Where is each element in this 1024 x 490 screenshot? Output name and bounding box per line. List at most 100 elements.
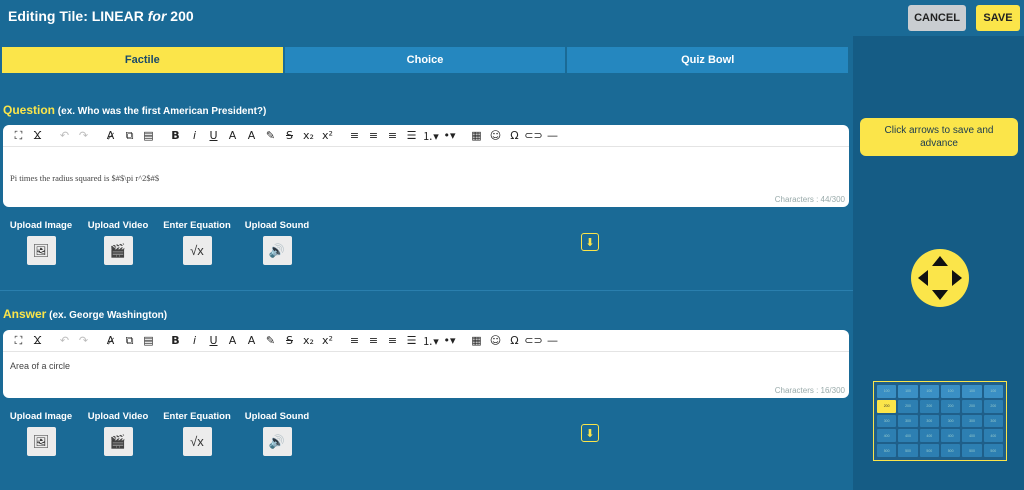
video-icon[interactable]: 🎬 (103, 236, 133, 265)
strikethrough-icon[interactable]: S (280, 127, 299, 145)
italic-icon[interactable]: i (185, 127, 204, 145)
minimap-tile[interactable]: 100 (919, 385, 939, 398)
equation-icon[interactable]: √x (182, 427, 212, 456)
minimap-tile[interactable]: 500 (983, 444, 1003, 457)
justify-icon[interactable]: ☰ (402, 127, 421, 145)
sound-icon[interactable]: 🔊 (262, 427, 292, 456)
minimap-tile[interactable]: 200 (919, 399, 939, 413)
spellcheck-icon[interactable]: A̷ (101, 332, 120, 350)
ordered-list-icon[interactable]: ⒈▾ (421, 332, 440, 350)
link-icon[interactable]: ⊂⊃ (524, 332, 543, 350)
minimap-tile[interactable]: 100 (898, 385, 918, 398)
minimap-tile[interactable]: 500 (962, 444, 982, 457)
answer-upload-video[interactable]: Upload Video 🎬 (78, 411, 158, 456)
font-size-icon[interactable]: A (223, 332, 242, 350)
fullscreen-icon[interactable]: ⛶ (9, 127, 28, 145)
minimap-tile[interactable]: 500 (898, 444, 918, 457)
undo-icon[interactable]: ↶ (55, 332, 74, 350)
highlight-icon[interactable]: ✎ (261, 332, 280, 350)
minimap-tile[interactable]: 200 (877, 399, 897, 413)
bold-icon[interactable]: B (166, 127, 185, 145)
superscript-icon[interactable]: x² (318, 127, 337, 145)
minimap-tile[interactable]: 200 (962, 399, 982, 413)
unordered-list-icon[interactable]: •▾ (440, 332, 459, 350)
align-left-icon[interactable]: ≡ (345, 332, 364, 350)
answer-upload-sound[interactable]: Upload Sound 🔊 (237, 411, 317, 456)
arrow-right-icon[interactable] (952, 270, 962, 286)
answer-enter-equation[interactable]: Enter Equation √x (157, 411, 237, 456)
minimap-tile[interactable]: 300 (919, 414, 939, 428)
answer-upload-image[interactable]: Upload Image 🖼 (1, 411, 81, 456)
align-right-icon[interactable]: ≡ (383, 127, 402, 145)
spellcheck-icon[interactable]: A̷ (101, 127, 120, 145)
minimap-tile[interactable]: 400 (941, 429, 961, 443)
minimap-tile[interactable]: 400 (962, 429, 982, 443)
minimap-tile[interactable]: 300 (962, 414, 982, 428)
video-icon[interactable]: 🎬 (103, 427, 133, 456)
table-icon[interactable]: ▦ (467, 127, 486, 145)
align-right-icon[interactable]: ≡ (383, 332, 402, 350)
align-center-icon[interactable]: ≡ (364, 332, 383, 350)
horizontal-rule-icon[interactable]: — (543, 332, 562, 350)
justify-icon[interactable]: ☰ (402, 332, 421, 350)
question-arrow-down-icon[interactable]: ⬇ (581, 233, 599, 251)
minimap-tile[interactable]: 300 (898, 414, 918, 428)
copy-icon[interactable]: ⧉ (120, 332, 139, 350)
paste-icon[interactable]: ▤ (139, 127, 158, 145)
underline-icon[interactable]: U (204, 332, 223, 350)
minimap-tile[interactable]: 400 (877, 429, 897, 443)
special-char-icon[interactable]: Ω (505, 332, 524, 350)
tab-choice[interactable]: Choice (284, 47, 566, 73)
arrow-up-icon[interactable] (932, 256, 948, 266)
minimap-tile[interactable]: 300 (877, 414, 897, 428)
minimap-tile[interactable]: 200 (983, 399, 1003, 413)
clear-format-icon[interactable]: Ϫ (28, 332, 47, 350)
board-minimap[interactable]: 100 100 100 100 100 100 200 200 200 200 200 200 300 3… (873, 381, 1007, 461)
ordered-list-icon[interactable]: ⒈▾ (421, 127, 440, 145)
link-icon[interactable]: ⊂⊃ (524, 127, 543, 145)
minimap-tile[interactable]: 200 (898, 399, 918, 413)
image-icon[interactable]: 🖼 (26, 427, 56, 456)
tab-factile[interactable]: Factile (2, 47, 283, 73)
subscript-icon[interactable]: x₂ (299, 127, 318, 145)
question-upload-video[interactable]: Upload Video 🎬 (78, 220, 158, 265)
minimap-tile[interactable]: 500 (941, 444, 961, 457)
question-upload-sound[interactable]: Upload Sound 🔊 (237, 220, 317, 265)
underline-icon[interactable]: U (204, 127, 223, 145)
arrow-left-icon[interactable] (918, 270, 928, 286)
minimap-tile[interactable]: 400 (983, 429, 1003, 443)
question-upload-image[interactable]: Upload Image 🖼 (1, 220, 81, 265)
minimap-tile[interactable]: 100 (962, 385, 982, 398)
save-button[interactable]: SAVE (976, 5, 1020, 31)
minimap-tile[interactable]: 400 (898, 429, 918, 443)
strikethrough-icon[interactable]: S (280, 332, 299, 350)
special-char-icon[interactable]: Ω (505, 127, 524, 145)
text-color-icon[interactable]: A (242, 127, 261, 145)
minimap-tile[interactable]: 500 (919, 444, 939, 457)
horizontal-rule-icon[interactable]: — (543, 127, 562, 145)
undo-icon[interactable]: ↶ (55, 127, 74, 145)
question-editor[interactable]: ⛶ Ϫ ↶ ↷ A̷ ⧉ ▤ B i U A A ✎ S x₂ x² ≡ ≡ ≡… (3, 125, 849, 207)
equation-icon[interactable]: √x (182, 236, 212, 265)
redo-icon[interactable]: ↷ (74, 127, 93, 145)
minimap-tile[interactable]: 100 (877, 385, 897, 398)
superscript-icon[interactable]: x² (318, 332, 337, 350)
emoji-icon[interactable]: ☺ (486, 332, 505, 350)
table-icon[interactable]: ▦ (467, 332, 486, 350)
minimap-tile[interactable]: 500 (877, 444, 897, 457)
subscript-icon[interactable]: x₂ (299, 332, 318, 350)
italic-icon[interactable]: i (185, 332, 204, 350)
align-center-icon[interactable]: ≡ (364, 127, 383, 145)
minimap-tile[interactable]: 300 (983, 414, 1003, 428)
minimap-tile[interactable]: 200 (941, 399, 961, 413)
arrow-down-icon[interactable] (932, 290, 948, 300)
answer-content[interactable]: Area of a circle (3, 352, 849, 379)
align-left-icon[interactable]: ≡ (345, 127, 364, 145)
minimap-tile[interactable]: 100 (983, 385, 1003, 398)
image-icon[interactable]: 🖼 (26, 236, 56, 265)
minimap-tile[interactable]: 400 (919, 429, 939, 443)
paste-icon[interactable]: ▤ (139, 332, 158, 350)
minimap-tile[interactable]: 300 (941, 414, 961, 428)
answer-arrow-down-icon[interactable]: ⬇ (581, 424, 599, 442)
question-enter-equation[interactable]: Enter Equation √x (157, 220, 237, 265)
